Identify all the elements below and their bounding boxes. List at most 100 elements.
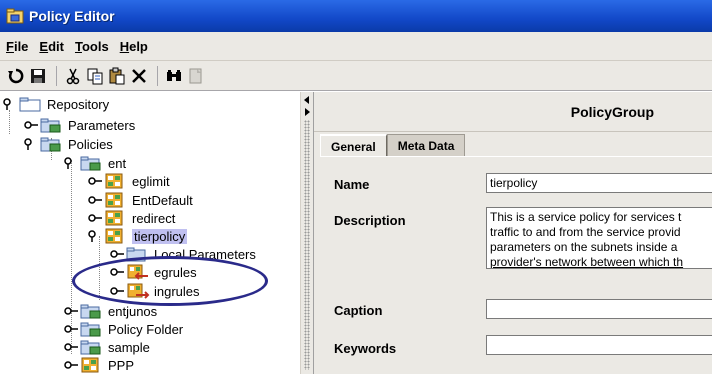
collapse-left-icon[interactable]	[304, 96, 309, 104]
refresh-button[interactable]	[6, 66, 26, 86]
collapsed-handle-icon[interactable]	[64, 359, 78, 371]
collapsed-handle-icon[interactable]	[88, 194, 102, 206]
toolbar-separator	[56, 65, 57, 86]
menu-file-accel: F	[6, 38, 14, 54]
repository-tree[interactable]: Repository Parameters Policies ent eglim…	[0, 92, 300, 374]
tree-node-label: redirect	[132, 210, 176, 226]
caption-field[interactable]	[486, 299, 712, 319]
folder-icon	[80, 321, 102, 337]
description-line: traffic to and from the service provid	[490, 225, 681, 239]
save-button[interactable]	[28, 66, 48, 86]
menu-tools-accel: T	[74, 38, 82, 54]
highlight-ellipse	[72, 256, 268, 306]
tree-node-eglimit[interactable]: eglimit	[88, 172, 170, 190]
title-bar: Policy Editor	[0, 0, 712, 32]
collapsed-handle-icon[interactable]	[64, 323, 78, 335]
tree-node-repository[interactable]: Repository	[3, 95, 109, 113]
menu-edit-accel: E	[39, 38, 49, 54]
cut-icon	[66, 68, 80, 84]
menu-edit[interactable]: Edit	[39, 39, 64, 54]
tab-meta-data[interactable]: Meta Data	[386, 134, 466, 156]
tab-general[interactable]: General	[320, 134, 387, 157]
tree-node-label: PPP	[108, 357, 135, 373]
expanded-handle-icon[interactable]	[88, 230, 100, 242]
tree-node-label: Repository	[47, 96, 110, 112]
menu-edit-rest: dit	[48, 38, 64, 54]
tree-node-label: Policy Folder	[108, 321, 184, 337]
menu-help-accel: H	[119, 38, 130, 54]
tab-bar: General Meta Data	[320, 134, 466, 157]
description-line: This is a service policy for services t	[490, 210, 682, 224]
collapsed-handle-icon[interactable]	[24, 119, 38, 131]
description-label: Description	[334, 213, 406, 228]
expanded-handle-icon[interactable]	[3, 98, 15, 110]
refresh-icon	[8, 68, 24, 83]
folder-icon	[80, 303, 102, 319]
tree-node-policies[interactable]: Policies	[24, 135, 113, 153]
menu-help[interactable]: Help	[120, 39, 148, 54]
tree-node-redirect[interactable]: redirect	[88, 209, 175, 227]
tree-node-label: tierpolicy	[132, 228, 188, 244]
copy-icon	[87, 68, 103, 84]
toolbar	[0, 61, 712, 91]
menu-help-rest: elp	[129, 38, 148, 54]
properties-icon	[189, 68, 202, 83]
description-line: parameters on the subnets inside a	[490, 240, 678, 254]
collapsed-handle-icon[interactable]	[64, 305, 78, 317]
menu-tools[interactable]: Tools	[75, 39, 109, 54]
delete-button[interactable]	[129, 66, 149, 86]
pane-splitter[interactable]	[300, 92, 314, 374]
tree-node-label: EntDefault	[132, 192, 193, 208]
menu-tools-rest: ools	[81, 38, 109, 54]
keywords-field[interactable]	[486, 335, 712, 355]
find-button[interactable]	[164, 66, 184, 86]
menu-file[interactable]: File	[6, 39, 28, 54]
tree-node-label: eglimit	[132, 173, 170, 189]
policy-icon	[104, 173, 126, 189]
folder-icon	[80, 339, 102, 355]
app-icon	[6, 8, 24, 24]
expanded-handle-icon[interactable]	[24, 138, 36, 150]
menu-file-rest: ile	[13, 38, 29, 54]
name-field[interactable]: tierpolicy	[486, 173, 712, 193]
menu-bar: File Edit Tools Help	[0, 32, 712, 61]
paste-button[interactable]	[107, 66, 127, 86]
splitter-grip[interactable]	[304, 120, 310, 370]
folder-icon	[80, 155, 102, 171]
properties-panel: PolicyGroup General Meta Data Name tierp…	[314, 92, 712, 374]
save-icon	[31, 68, 45, 83]
policy-icon	[104, 192, 126, 208]
cut-button[interactable]	[63, 66, 83, 86]
tree-node-parameters[interactable]: Parameters	[24, 116, 135, 134]
description-line: provider's network between which th	[490, 255, 684, 269]
toolbar-separator	[157, 65, 158, 86]
policy-icon	[104, 210, 126, 226]
tree-node-ppp[interactable]: PPP	[64, 356, 134, 374]
expanded-handle-icon[interactable]	[64, 157, 76, 169]
collapsed-handle-icon[interactable]	[88, 212, 102, 224]
tree-node-label: ent	[108, 155, 127, 171]
tree-node-label: entjunos	[108, 303, 158, 319]
policy-icon	[80, 357, 102, 373]
tree-node-entdefault[interactable]: EntDefault	[88, 191, 193, 209]
tree-node-tierpolicy[interactable]: tierpolicy	[88, 227, 188, 245]
find-icon	[167, 69, 181, 81]
tab-content-general: Name tierpolicy Description This is a se…	[320, 156, 712, 374]
collapsed-handle-icon[interactable]	[64, 341, 78, 353]
properties-button[interactable]	[186, 66, 206, 86]
tree-guide	[9, 110, 10, 134]
collapse-right-icon[interactable]	[305, 108, 310, 116]
collapsed-handle-icon[interactable]	[88, 175, 102, 187]
window-title: Policy Editor	[29, 8, 115, 24]
paste-icon	[109, 67, 125, 84]
description-field[interactable]: This is a service policy for services t …	[486, 207, 712, 269]
collapsed-handle-icon[interactable]	[110, 248, 124, 260]
keywords-label: Keywords	[334, 341, 397, 356]
tree-node-ent[interactable]: ent	[64, 154, 126, 172]
tree-node-sample[interactable]: sample	[64, 338, 150, 356]
tree-node-label: Policies	[68, 136, 113, 152]
folder-icon	[19, 96, 41, 112]
panel-title: PolicyGroup	[570, 103, 654, 120]
copy-button[interactable]	[85, 66, 105, 86]
tree-node-policy-folder[interactable]: Policy Folder	[64, 320, 183, 338]
